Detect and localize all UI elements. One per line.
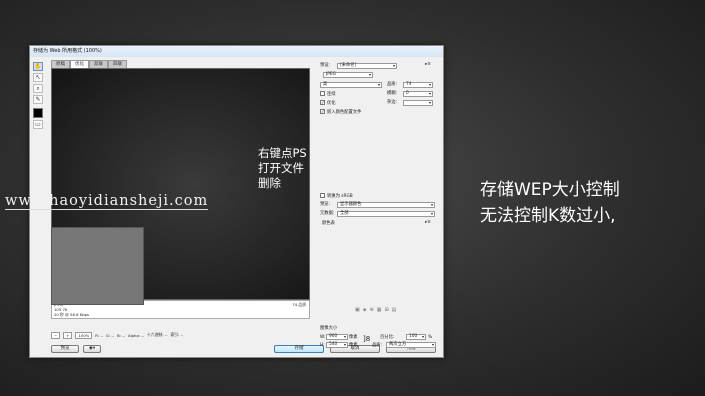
tab-4-up[interactable]: 四联 — [108, 60, 127, 68]
tab-original[interactable]: 原稿 — [51, 60, 70, 68]
browser-select-button[interactable]: ◉▾ — [83, 345, 101, 353]
resample-label: 品质: — [372, 343, 383, 348]
embed-profile-checkbox[interactable]: ✓ — [320, 109, 325, 115]
r-readout: R: -- — [95, 332, 103, 338]
tool-palette: ✋ ↖ ⌕ ✎ ▭ — [33, 60, 45, 131]
percent-unit: % — [428, 335, 433, 340]
caption: 存储WEP大小控制 无法控制K数过小, — [480, 177, 620, 229]
slice-select-tool-icon[interactable]: ↖ — [33, 73, 43, 82]
zoom-tool-icon[interactable]: ⌕ — [33, 84, 43, 93]
preset-label: 预设: — [320, 63, 331, 68]
metadata-select[interactable]: 全部 — [337, 211, 435, 217]
blur-input[interactable]: 0 — [403, 91, 433, 97]
color-table-toolbar[interactable]: ▣◈⊕▦⊞▤ — [355, 307, 399, 313]
optimized-checkbox[interactable]: ✓ — [320, 100, 325, 106]
g-readout: G: -- — [105, 332, 115, 338]
color-table-label: 颜色表 — [322, 221, 335, 226]
progressive-label: 连续 — [327, 92, 336, 97]
ps-note-line-3: 删除 — [258, 176, 281, 190]
convert-srgb-checkbox[interactable] — [320, 193, 325, 198]
width-label: W: — [320, 335, 326, 340]
caption-line-2: 无法控制K数过小, — [480, 206, 616, 226]
percent-label: 百分比: — [380, 335, 395, 340]
quality-label: 品质: — [387, 82, 398, 87]
ps-note: 右键点PS 打开文件 删除 — [258, 146, 307, 191]
status-bar: − + 100% R: -- G: -- B: -- Alpha: -- 十六进… — [51, 331, 310, 339]
preview-mode-select[interactable]: 显示器颜色 — [337, 202, 435, 208]
website-watermark: www.haoyidiansheji.com — [5, 193, 209, 210]
alpha-readout: Alpha: -- — [128, 332, 145, 338]
ps-note-line-2: 打开文件 — [258, 161, 304, 175]
width-unit: 像素 — [349, 335, 358, 340]
caption-line-1: 存储WEP大小控制 — [480, 180, 620, 200]
tab-2-up[interactable]: 双联 — [89, 60, 108, 68]
preview-mode-label: 预览: — [320, 202, 331, 207]
zoom-plus-button[interactable]: + — [63, 331, 73, 339]
height-input[interactable]: 540 — [326, 342, 348, 348]
preview-quality: 74 品质 — [292, 302, 306, 307]
settings-panel: 预设: [未命名] ▸≡ JPEG 高 品质: 74 连续 模糊: 0 ✓优化 … — [315, 58, 440, 342]
zoom-minus-button[interactable]: − — [51, 331, 61, 339]
height-label: H: — [320, 343, 325, 348]
panel-menu-icon[interactable]: ▸≡ — [425, 62, 431, 68]
eyedropper-color-swatch[interactable] — [33, 108, 43, 118]
color-table-menu-icon[interactable]: ▸≡ — [425, 220, 431, 226]
color-table[interactable] — [51, 227, 144, 305]
resample-select[interactable]: 两次立方 — [386, 342, 436, 348]
tab-optimized[interactable]: 优化 — [70, 60, 89, 68]
hex-readout: 十六进制: -- — [147, 332, 168, 337]
preview-button[interactable]: 预览 — [51, 345, 79, 353]
toggle-slices-icon[interactable]: ▭ — [33, 120, 43, 129]
matte-label: 杂边: — [387, 100, 398, 105]
format-select[interactable]: JPEG — [323, 72, 373, 78]
b-readout: B: -- — [117, 332, 125, 338]
save-button[interactable]: 存储 — [274, 345, 324, 353]
constrain-link-icon[interactable]: ]8 — [363, 336, 370, 343]
blur-label: 模糊: — [387, 91, 398, 96]
dialog-title: 存储为 Web 所用格式 (100%) — [30, 46, 443, 57]
optimized-label: 优化 — [327, 101, 336, 106]
convert-srgb-label: 转换为 sRGB — [327, 194, 353, 199]
image-size-label: 图像大小 — [320, 326, 338, 331]
eyedropper-tool-icon[interactable]: ✎ — [33, 95, 43, 104]
index-readout: 索引: -- — [170, 332, 184, 337]
embed-profile-label: 嵌入颜色配置文件 — [327, 110, 362, 115]
preset-select[interactable]: [未命名] — [337, 63, 397, 69]
ps-note-line-1: 右键点PS — [258, 146, 307, 160]
zoom-select[interactable]: 100% — [75, 331, 93, 339]
percent-input[interactable]: 100 — [406, 334, 426, 340]
hand-tool-icon[interactable]: ✋ — [33, 62, 43, 71]
preview-download-time: 20 秒 @ 56.6 Kbps — [54, 312, 89, 317]
quality-input[interactable]: 74 — [403, 82, 433, 88]
quality-level-select[interactable]: 高 — [320, 82, 382, 88]
matte-select[interactable] — [403, 100, 433, 106]
view-tabs: 原稿 优化 双联 四联 — [51, 60, 127, 68]
height-unit: 像素 — [349, 343, 358, 348]
metadata-label: 元数据: — [320, 211, 335, 216]
width-input[interactable]: 960 — [326, 334, 348, 340]
progressive-checkbox[interactable] — [320, 91, 325, 96]
